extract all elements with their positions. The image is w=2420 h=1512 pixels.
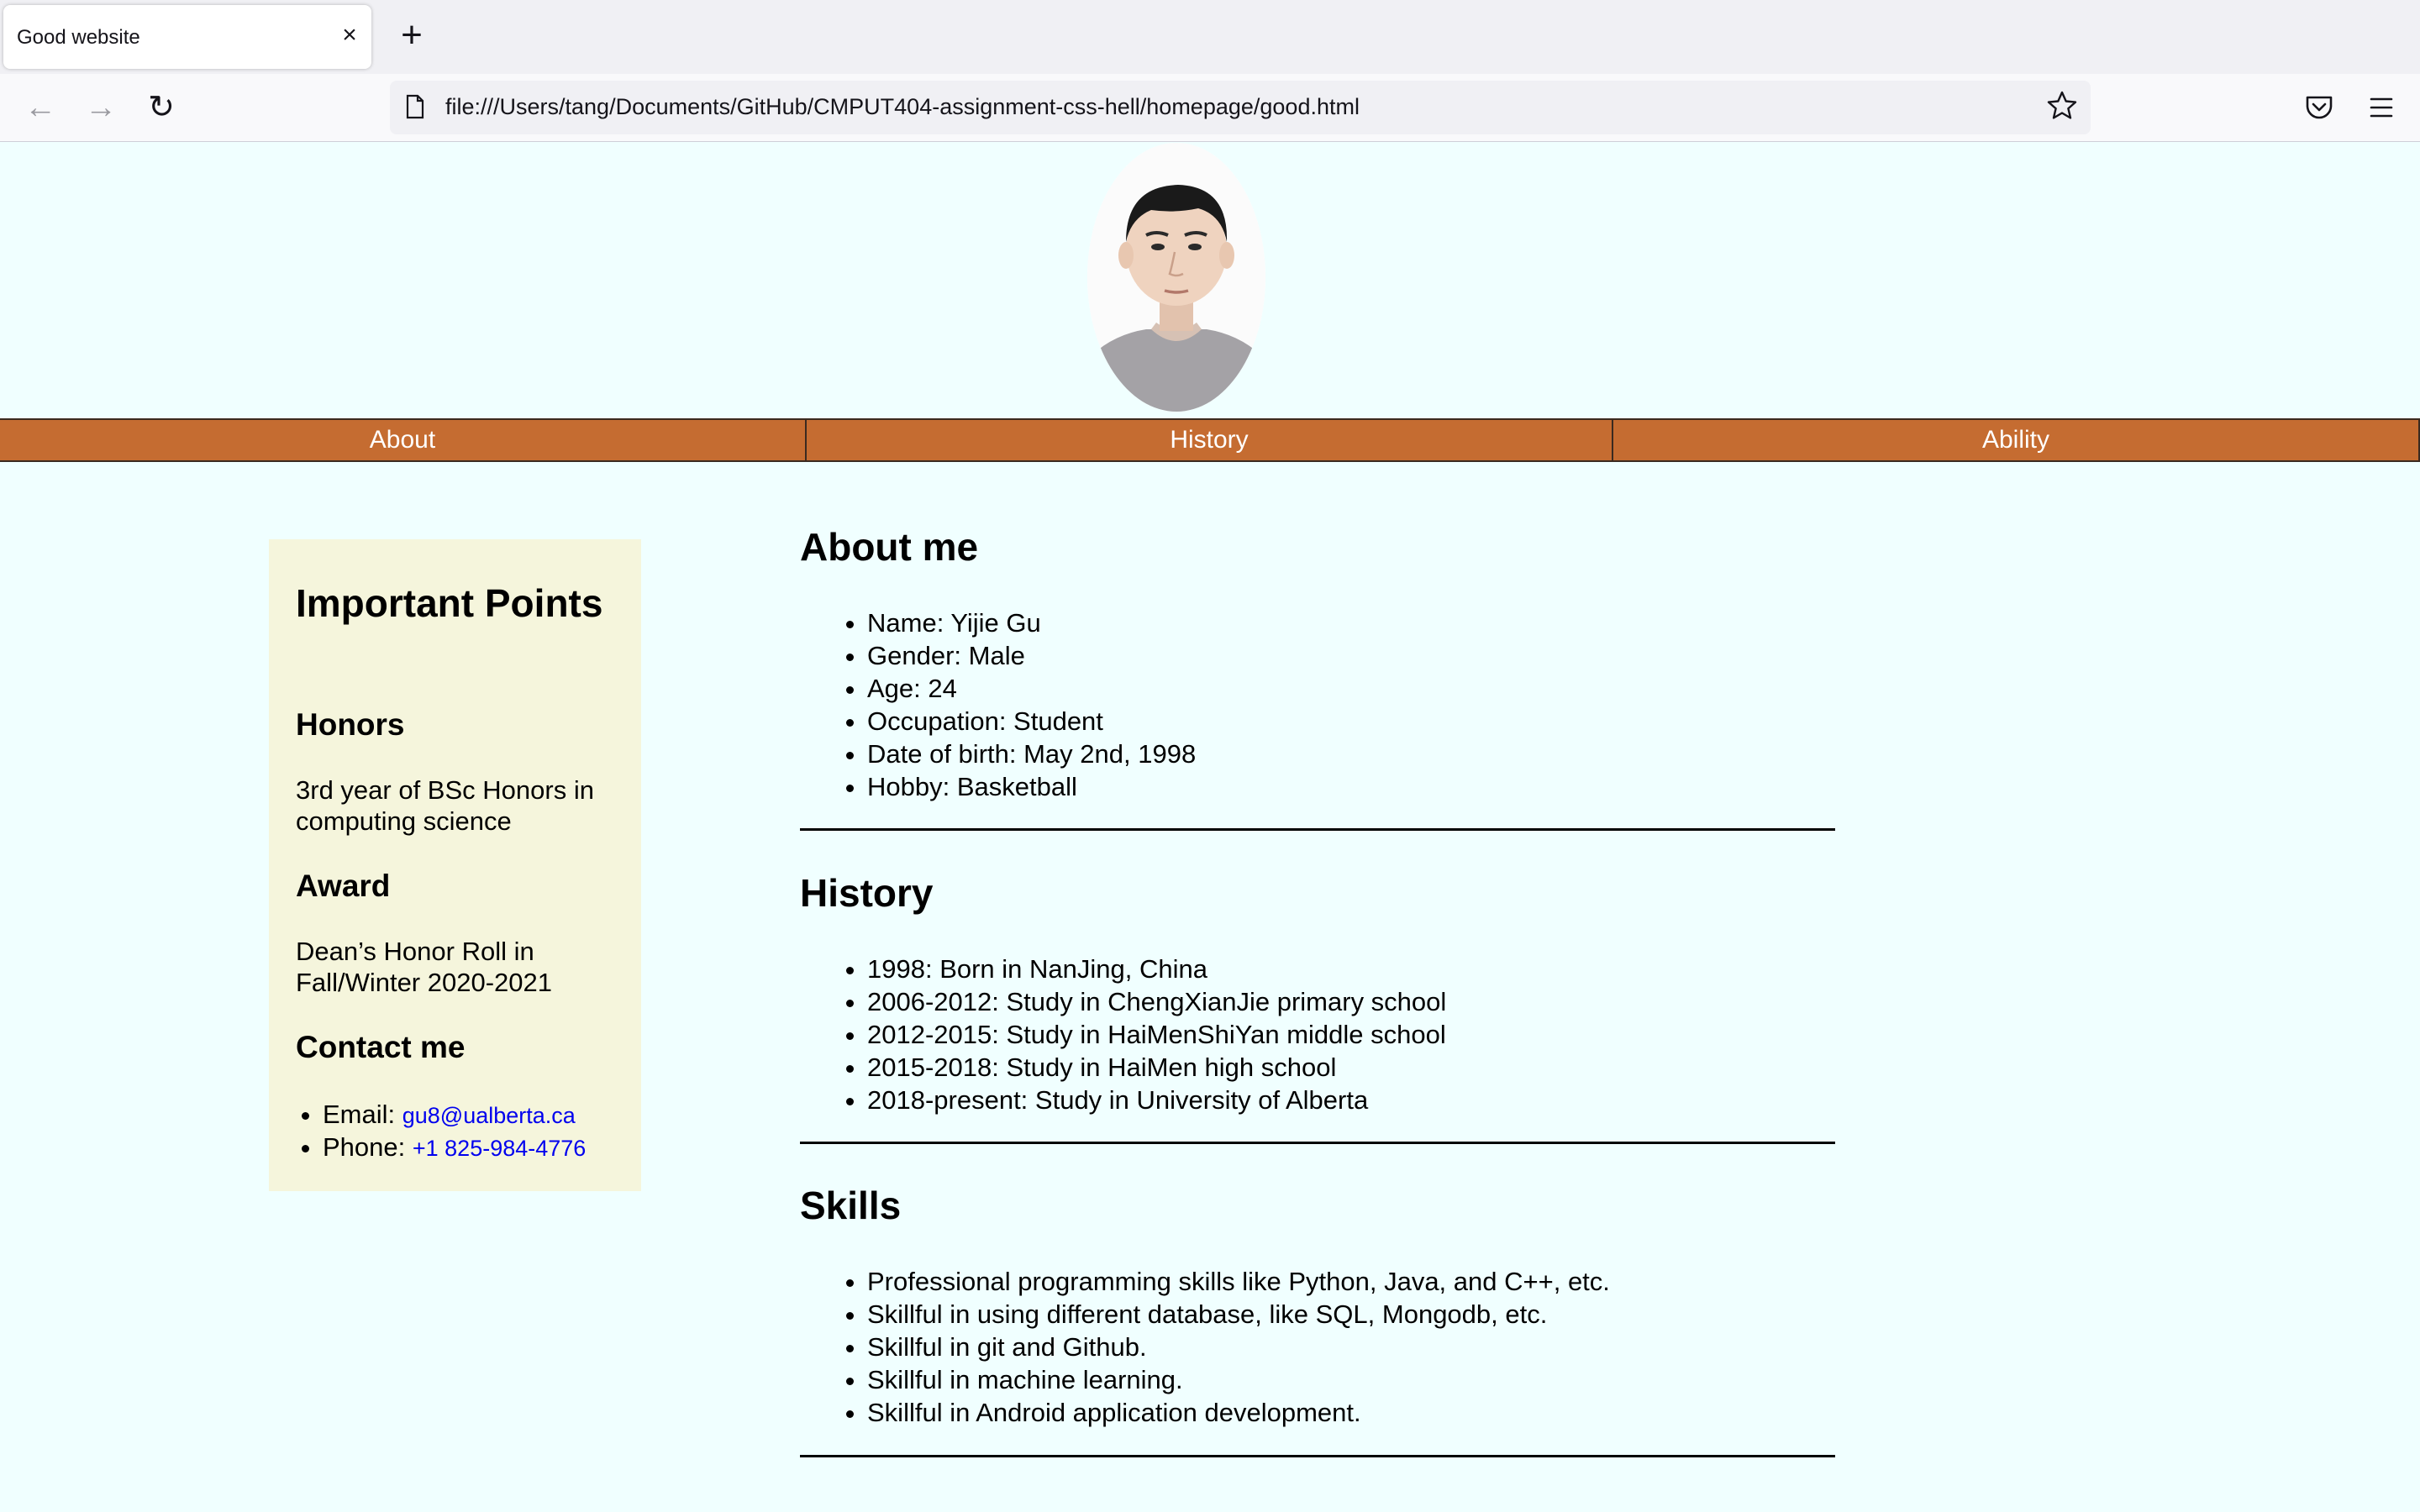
profile-photo-image [1087, 143, 1265, 412]
reload-button[interactable]: ↻ [145, 91, 178, 124]
list-item: Skillful in git and Github. [867, 1331, 1610, 1363]
nav-ability[interactable]: Ability [1613, 420, 2420, 460]
list-item: Skillful in using different database, li… [867, 1298, 1610, 1331]
main-navbar: About History Ability [0, 418, 2420, 462]
nav-about[interactable]: About [0, 420, 807, 460]
tab-strip: Good website × + [0, 0, 2420, 74]
phone-label: Phone: [323, 1132, 413, 1162]
list-item: Date of birth: May 2nd, 1998 [867, 738, 1196, 770]
history-heading: History [800, 871, 934, 915]
skills-list: Professional programming skills like Pyt… [800, 1265, 1610, 1429]
list-item: Name: Yijie Gu [867, 606, 1196, 639]
section-divider [800, 828, 1835, 831]
chrome-divider [0, 141, 2420, 142]
contact-email: Email: gu8@ualberta.ca [323, 1099, 586, 1131]
profile-photo [1087, 143, 1265, 412]
browser-tab[interactable]: Good website × [3, 5, 371, 69]
list-item: 2018-present: Study in University of Alb… [867, 1084, 1446, 1116]
contact-list: Email: gu8@ualberta.ca Phone: +1 825-984… [269, 1099, 586, 1164]
close-tab-icon[interactable]: × [336, 22, 363, 49]
section-divider [800, 1142, 1835, 1144]
honors-text: 3rd year of BSc Honors in computing scie… [296, 775, 594, 836]
email-label: Email: [323, 1100, 402, 1129]
list-item: Occupation: Student [867, 705, 1196, 738]
phone-link[interactable]: +1 825-984-4776 [413, 1136, 586, 1161]
email-link[interactable]: gu8@ualberta.ca [402, 1103, 576, 1128]
about-list: Name: Yijie Gu Gender: Male Age: 24 Occu… [800, 606, 1196, 803]
award-text: Dean’s Honor Roll in Fall/Winter 2020-20… [296, 937, 552, 997]
menu-icon[interactable] [2365, 91, 2398, 124]
back-button[interactable]: ← [24, 91, 57, 124]
about-heading: About me [800, 525, 979, 569]
award-heading: Award [296, 869, 391, 903]
list-item: 2012-2015: Study in HaiMenShiYan middle … [867, 1018, 1446, 1051]
list-item: Age: 24 [867, 672, 1196, 705]
browser-chrome: Good website × + ← → ↻ file:///Users/tan… [0, 0, 2420, 142]
contact-phone: Phone: +1 825-984-4776 [323, 1131, 586, 1164]
bookmark-star-icon[interactable] [2045, 89, 2079, 123]
pocket-icon[interactable] [2302, 91, 2336, 124]
list-item: 1998: Born in NanJing, China [867, 953, 1446, 985]
honors-heading: Honors [296, 707, 405, 742]
list-item: 2015-2018: Study in HaiMen high school [867, 1051, 1446, 1084]
skills-heading: Skills [800, 1184, 902, 1227]
nav-history[interactable]: History [807, 420, 1613, 460]
contact-heading: Contact me [296, 1030, 466, 1064]
list-item: Gender: Male [867, 639, 1196, 672]
sidebar-title: Important Points [296, 581, 603, 625]
list-item: 2006-2012: Study in ChengXianJie primary… [867, 985, 1446, 1018]
tab-title: Good website [17, 26, 140, 49]
new-tab-button[interactable]: + [395, 17, 429, 54]
section-divider [800, 1455, 1835, 1457]
list-item: Skillful in Android application developm… [867, 1396, 1610, 1429]
list-item: Skillful in machine learning. [867, 1363, 1610, 1396]
history-list: 1998: Born in NanJing, China 2006-2012: … [800, 953, 1446, 1116]
forward-button[interactable]: → [84, 91, 118, 124]
url-text[interactable]: file:///Users/tang/Documents/GitHub/CMPU… [445, 94, 1360, 120]
list-item: Professional programming skills like Pyt… [867, 1265, 1610, 1298]
list-item: Hobby: Basketball [867, 770, 1196, 803]
page-icon [406, 94, 424, 119]
important-points-sidebar: Important Points Honors 3rd year of BSc … [269, 539, 641, 1191]
address-bar[interactable]: file:///Users/tang/Documents/GitHub/CMPU… [390, 81, 2091, 134]
